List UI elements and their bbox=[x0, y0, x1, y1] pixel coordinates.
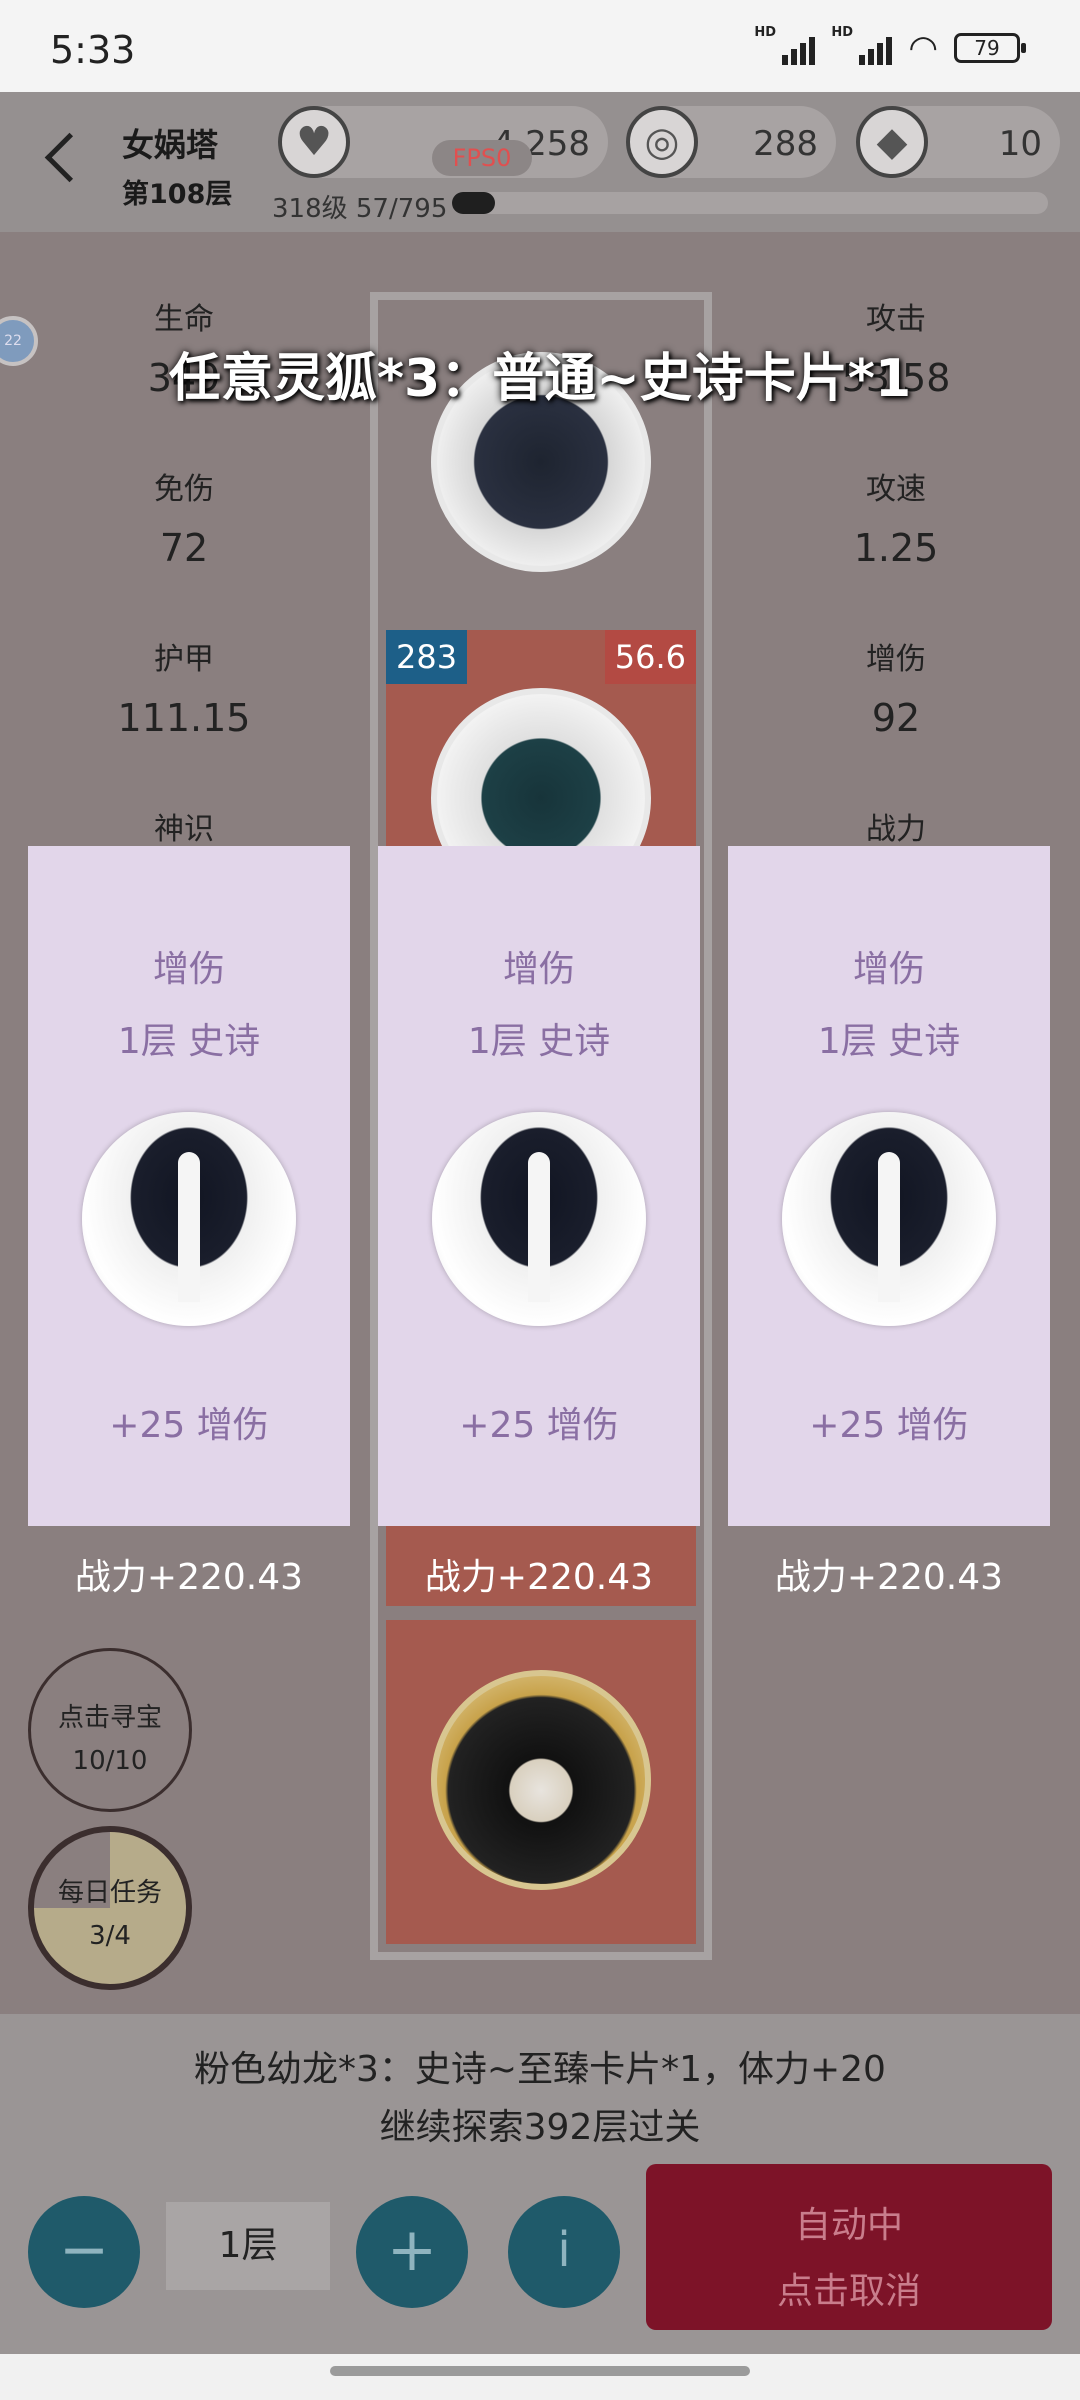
auto-cancel-button[interactable]: 自动中 点击取消 bbox=[646, 2164, 1052, 2330]
status-bar: 5:33 HD HD ◠ 79 bbox=[0, 0, 1080, 92]
floor-count-field[interactable]: 1层 bbox=[166, 2202, 330, 2290]
stat-spirit: 神识 bbox=[54, 804, 314, 848]
card-tier: 1层 史诗 bbox=[817, 1021, 961, 1062]
heart-icon: ♥ bbox=[278, 106, 350, 178]
tile-badge-right: 56.6 bbox=[604, 630, 696, 684]
daily-label: 每日任务 bbox=[57, 1878, 162, 1908]
hd-label: HD bbox=[831, 25, 853, 40]
card-tier: 1层 史诗 bbox=[117, 1021, 261, 1062]
choice-card[interactable]: 增伤 1层 史诗 +25 增伤 bbox=[28, 846, 350, 1526]
stat-attack-speed: 攻速 1.25 bbox=[766, 464, 1026, 570]
girl-art bbox=[431, 1670, 651, 1890]
status-message: 粉色幼龙*3：史诗~至臻卡片*1，体力+20 bbox=[194, 2049, 886, 2090]
stat-value: 72 bbox=[159, 526, 209, 570]
wifi-icon: ◠ bbox=[908, 28, 938, 68]
stat-label: 免伤 bbox=[154, 472, 214, 507]
coin-icon: ◎ bbox=[626, 106, 698, 178]
minus-button[interactable]: − bbox=[28, 2196, 140, 2308]
stat-label: 护甲 bbox=[154, 642, 214, 677]
card-power: 战力+220.43 bbox=[74, 1557, 304, 1598]
status-icons: HD HD ◠ 79 bbox=[754, 25, 1026, 68]
resource-value: 288 bbox=[753, 124, 818, 164]
bottom-panel: 粉色幼龙*3：史诗~至臻卡片*1，体力+20 继续探索392层过关 − 1层 +… bbox=[0, 2014, 1080, 2354]
card-attribute: 增伤 bbox=[152, 949, 225, 990]
navigation-bar bbox=[0, 2354, 1080, 2400]
stat-value: 92 bbox=[871, 696, 921, 740]
tower-tile[interactable] bbox=[386, 1620, 696, 1944]
card-power: 战力+220.43 bbox=[424, 1557, 654, 1598]
choice-card[interactable]: 增伤 1层 史诗 +25 增伤 bbox=[378, 846, 700, 1526]
stat-label: 神识 bbox=[154, 812, 214, 847]
card-tier: 1层 史诗 bbox=[467, 1021, 611, 1062]
card-art bbox=[432, 1112, 646, 1326]
stat-power: 战力 bbox=[766, 804, 1026, 848]
card-power: 战力+220.43 bbox=[774, 1557, 1004, 1598]
fps-counter: FPS0 bbox=[432, 140, 532, 176]
info-button[interactable]: i bbox=[508, 2196, 620, 2308]
stat-dmg-reduction: 免伤 72 bbox=[54, 464, 314, 570]
stat-label: 攻击 bbox=[866, 302, 926, 337]
auto-status: 自动中 bbox=[794, 2205, 903, 2246]
card-attribute: 增伤 bbox=[502, 949, 575, 990]
stat-armor: 护甲 111.15 bbox=[54, 634, 314, 740]
card-attribute: 增伤 bbox=[852, 949, 925, 990]
stat-value: 111.15 bbox=[117, 696, 251, 740]
hd-label: HD bbox=[754, 25, 776, 40]
stat-label: 增伤 bbox=[866, 642, 926, 677]
xp-fill bbox=[452, 192, 495, 214]
card-bonus: +25 增伤 bbox=[809, 1405, 969, 1446]
progress-message: 继续探索392层过关 bbox=[379, 2107, 701, 2148]
tower-name: 女娲塔 bbox=[122, 126, 219, 164]
treasure-button[interactable]: 点击寻宝 10/10 bbox=[28, 1648, 192, 1812]
treasure-label: 点击寻宝 bbox=[57, 1703, 162, 1733]
signal-icon: HD bbox=[754, 25, 816, 65]
resource-coin[interactable]: ◎ 288 bbox=[626, 106, 836, 178]
level-text: 318级 57/795 bbox=[272, 194, 448, 224]
stat-label: 战力 bbox=[866, 812, 926, 847]
diamond-icon: ◆ bbox=[856, 106, 928, 178]
stat-value: 1.25 bbox=[853, 526, 939, 570]
stat-dmg-bonus: 增伤 92 bbox=[766, 634, 1026, 740]
treasure-count: 10/10 bbox=[72, 1746, 148, 1776]
card-art bbox=[782, 1112, 996, 1326]
stat-label: 攻速 bbox=[866, 472, 926, 507]
stat-label: 生命 bbox=[154, 302, 214, 337]
card-art bbox=[82, 1112, 296, 1326]
signal-icon: HD bbox=[831, 25, 893, 65]
status-time: 5:33 bbox=[50, 28, 136, 72]
card-bonus: +25 增伤 bbox=[109, 1405, 269, 1446]
daily-task-button[interactable]: 每日任务 3/4 bbox=[28, 1826, 192, 1990]
tile-badge-left: 283 bbox=[386, 630, 468, 684]
plus-button[interactable]: + bbox=[356, 2196, 468, 2308]
game-header: 女娲塔 第108层 ♥ 4,258 ◎ 288 ◆ 10 FPS0 318级 5… bbox=[0, 92, 1080, 232]
tower-floor: 第108层 bbox=[122, 179, 233, 210]
back-button[interactable] bbox=[40, 130, 90, 190]
resource-diamond[interactable]: ◆ 10 bbox=[856, 106, 1060, 178]
card-bonus: +25 增伤 bbox=[459, 1405, 619, 1446]
choice-card[interactable]: 增伤 1层 史诗 +25 增伤 bbox=[728, 846, 1050, 1526]
home-indicator[interactable] bbox=[330, 2366, 750, 2376]
xp-bar bbox=[452, 192, 1048, 214]
auto-cancel-label: 点击取消 bbox=[776, 2271, 921, 2312]
reward-banner: 任意灵狐*3：普通~史诗卡片*1 bbox=[168, 349, 912, 409]
daily-count: 3/4 bbox=[89, 1921, 131, 1951]
battery-icon: 79 bbox=[954, 33, 1026, 63]
resource-value: 10 bbox=[998, 124, 1042, 164]
main-area: 22 生命 349 免伤 72 护甲 111.15 神识 攻击 53.58 攻速… bbox=[0, 232, 1080, 2014]
